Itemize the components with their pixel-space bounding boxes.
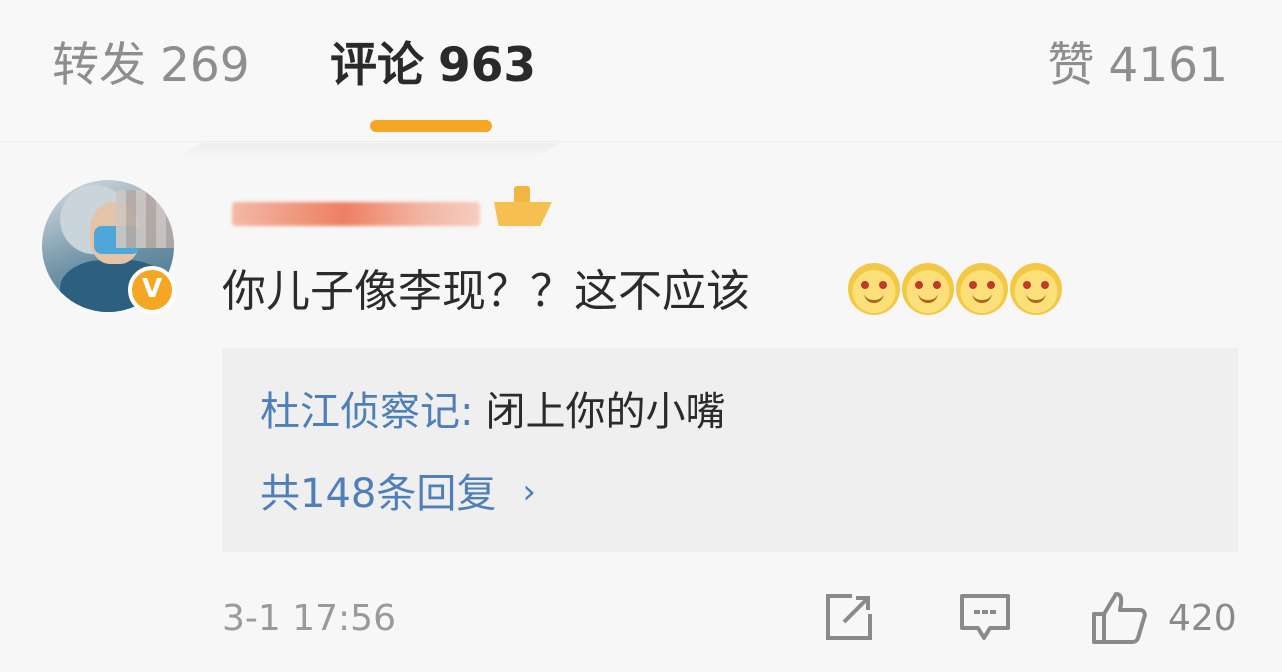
reply-count-text: 共148条回复 (260, 471, 497, 517)
reply-text: 闭上你的小嘴 (485, 389, 726, 435)
tab-bar: 转发 269 评论 963 赞 4161 (0, 0, 1282, 142)
comment-text: 你儿子像李现？？这不应该 (222, 266, 750, 317)
tab-likes-label: 赞 (1047, 38, 1095, 93)
verified-badge-icon: V (128, 266, 176, 314)
tab-comments[interactable]: 评论 963 (330, 36, 536, 96)
blurred-username[interactable] (232, 196, 482, 230)
active-tab-indicator (370, 120, 492, 132)
smile-emoji-icon (956, 263, 1008, 315)
smile-emoji-icon (848, 263, 900, 315)
tab-comments-label: 评论 (330, 38, 424, 93)
like-button[interactable] (1090, 590, 1148, 644)
view-replies-link[interactable]: 共148条回复 › (260, 464, 536, 522)
emoji-row (848, 263, 1062, 315)
tab-reposts-count: 269 (160, 38, 250, 93)
like-count: 420 (1168, 598, 1237, 639)
reply-author-link[interactable]: 杜江侦察记 (260, 389, 460, 435)
avatar-blur-patch (116, 190, 174, 248)
header-shadow (170, 143, 560, 161)
reply-button[interactable] (958, 590, 1012, 644)
reply-separator: : (460, 389, 474, 435)
share-icon (826, 594, 872, 640)
reply-line: 杜江侦察记: 闭上你的小嘴 (260, 384, 725, 440)
thumbs-up-icon (1092, 592, 1147, 644)
tab-reposts-label: 转发 (52, 38, 146, 93)
smile-emoji-icon (902, 263, 954, 315)
fan-medal-icon (494, 186, 554, 228)
tab-comments-count: 963 (438, 38, 537, 93)
tab-likes-count: 4161 (1108, 38, 1228, 93)
smile-emoji-icon (1010, 263, 1062, 315)
comment-timestamp: 3-1 17:56 (222, 598, 396, 639)
tab-reposts[interactable]: 转发 269 (52, 36, 250, 96)
comment-icon (960, 594, 1010, 640)
reply-preview[interactable]: 杜江侦察记: 闭上你的小嘴 共148条回复 › (222, 348, 1238, 552)
tab-likes[interactable]: 赞 4161 (1047, 36, 1228, 96)
chevron-right-icon: › (522, 472, 536, 512)
share-button[interactable] (822, 590, 876, 644)
